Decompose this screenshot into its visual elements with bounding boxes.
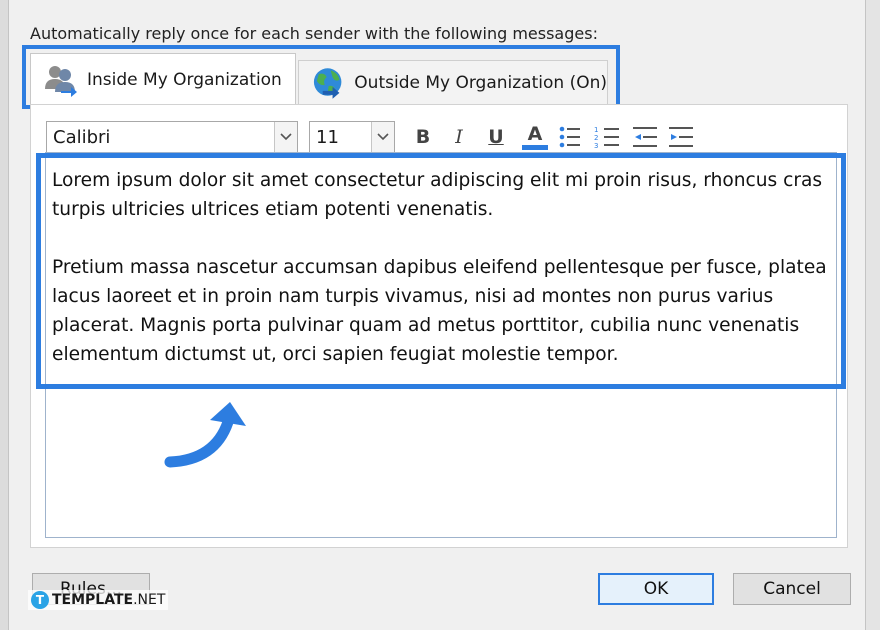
curved-arrow-icon [164,402,246,468]
svg-text:3: 3 [594,142,598,150]
svg-text:2: 2 [594,134,598,142]
instruction-label: Automatically reply once for each sender… [30,24,598,43]
chevron-down-icon[interactable] [371,122,394,152]
chevron-down-icon[interactable] [274,122,297,152]
bold-button[interactable]: B [408,122,438,152]
font-size-select[interactable]: 11 [309,121,395,153]
font-color-button[interactable]: A [520,122,550,152]
underline-button[interactable]: U [481,122,511,152]
svg-text:1: 1 [594,126,598,134]
template-watermark: T TEMPLATE .NET [28,590,169,610]
numbered-list-icon[interactable]: 1 2 3 [593,124,621,150]
window-frame-left [0,0,9,630]
font-family-select[interactable]: Calibri [46,121,298,153]
cancel-button[interactable]: Cancel [733,573,851,605]
italic-button[interactable]: I [444,122,474,152]
tabs-highlight-box [22,45,620,109]
template-logo-icon: T [31,591,49,609]
font-color-swatch [522,145,548,150]
increase-indent-icon[interactable] [667,124,695,150]
watermark-suffix: .NET [133,592,166,608]
decrease-indent-icon[interactable] [631,124,659,150]
font-family-value: Calibri [53,126,111,148]
message-highlight-box [36,153,846,389]
watermark-brand: TEMPLATE [52,592,134,608]
ok-button[interactable]: OK [598,573,714,605]
font-color-letter: A [527,123,543,145]
window-frame-right [865,0,880,630]
font-size-value: 11 [316,126,339,148]
bullet-list-icon[interactable] [556,124,582,150]
